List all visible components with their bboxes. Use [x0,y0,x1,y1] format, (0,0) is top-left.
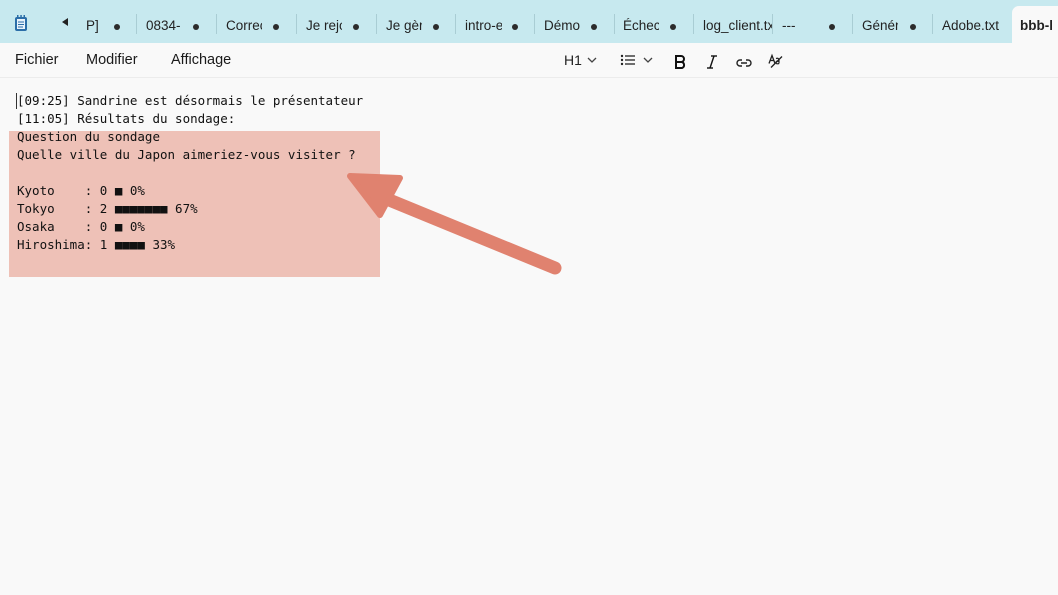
text-line: [09:25] Sandrine est désormais le présen… [17,93,364,108]
text-line: [11:05] Résultats du sondage: [17,111,236,126]
text-line: Osaka : 0 ■ 0% [17,219,145,234]
heading-value: H1 [564,52,582,68]
unsaved-dot-icon [193,24,199,30]
tab-label: Je rejo [306,18,342,33]
unsaved-dot-icon [433,24,439,30]
tab-label: Correc [226,18,262,33]
tab[interactable]: intro-e [457,6,535,43]
tab-label: Échec [623,18,659,33]
menu-file[interactable]: Fichier [15,52,59,68]
tab[interactable]: Je gèr [378,6,456,43]
clear-formatting-icon[interactable] [767,50,784,72]
italic-icon[interactable] [705,51,719,73]
tab[interactable]: P] [78,6,137,43]
tab-label: intro-e [465,18,502,33]
tab-label: --- [782,18,796,33]
tab-active[interactable]: bbb-l [1012,6,1058,43]
tab-separator [376,14,377,34]
tab[interactable]: Adobe.txt [934,6,1011,43]
text-line: Hiroshima: 1 ■■■■ 33% [17,237,176,252]
text-line: Quelle ville du Japon aimeriez-vous visi… [17,147,356,162]
tab-separator [534,14,535,34]
tab-separator [772,14,773,34]
tab-separator [136,14,137,34]
tab[interactable]: --- [774,6,853,43]
tab-label: log_client.tx [703,18,773,33]
link-icon[interactable] [736,52,752,74]
unsaved-dot-icon [829,24,835,30]
text-editor[interactable]: [09:25] Sandrine est désormais le présen… [0,78,1058,595]
tab[interactable]: Échec [615,6,694,43]
tab-label: Démo [544,18,581,33]
unsaved-dot-icon [591,24,597,30]
tab-label: P] [86,18,99,33]
chevron-down-icon [643,57,653,63]
menu-view[interactable]: Affichage [171,52,231,68]
bold-icon[interactable] [673,51,687,73]
tab[interactable]: Correc [218,6,297,43]
menu-bar: Fichier Modifier Affichage H1 [0,43,1058,78]
text-line: Question du sondage [17,129,160,144]
unsaved-dot-icon [114,24,120,30]
tab[interactable]: log_client.tx [695,6,773,43]
annotation-arrow-icon [347,173,562,275]
chevron-down-icon [587,57,597,63]
bulleted-list-icon [620,54,635,66]
tab-separator [296,14,297,34]
tab-bar: P] 0834- Correc Je rejo Je gèr intro-e D… [0,0,1058,43]
list-dropdown[interactable] [619,49,657,71]
tab-label: bbb-l [1020,18,1052,33]
tab[interactable]: Je rejo [298,6,377,43]
unsaved-dot-icon [670,24,676,30]
notepad-icon[interactable] [13,14,29,32]
menu-edit[interactable]: Modifier [86,52,138,68]
tab-separator [932,14,933,34]
tab[interactable]: Génér [854,6,933,43]
tab-label: Je gèr [386,18,422,33]
unsaved-dot-icon [910,24,916,30]
unsaved-dot-icon [353,24,359,30]
unsaved-dot-icon [273,24,279,30]
tab-separator [693,14,694,34]
tab[interactable]: 0834- [138,6,217,43]
unsaved-dot-icon [512,24,518,30]
tab-label: Adobe.txt [942,18,1000,33]
tab-separator [455,14,456,34]
tab-label: 0834- [146,18,181,33]
heading-dropdown[interactable]: H1 [563,49,603,71]
tab-separator [216,14,217,34]
scroll-tabs-left-icon[interactable] [58,14,72,30]
tab[interactable]: Démo [536,6,615,43]
text-line: Tokyo : 2 ■■■■■■■ 67% [17,201,198,216]
tab-label: Génér [862,18,898,33]
tab-separator [852,14,853,34]
text-line: Kyoto : 0 ■ 0% [17,183,145,198]
